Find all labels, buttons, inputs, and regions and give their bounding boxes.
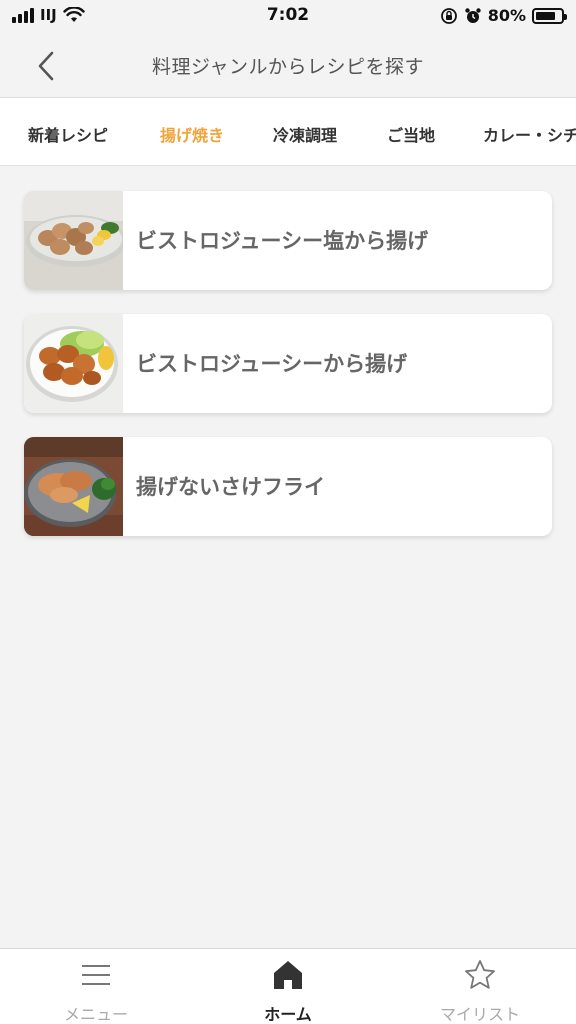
nav-mylist-label: マイリスト (439, 1005, 520, 1024)
tab-pan-fry[interactable]: 揚げ焼き (160, 122, 224, 146)
battery-level-fill (536, 11, 555, 20)
star-icon (465, 960, 495, 989)
alarm-icon (465, 7, 481, 23)
nav-mylist[interactable]: マイリスト (384, 949, 576, 1024)
recipe-card-salt-karaage[interactable]: ビストロジューシー塩から揚げ (24, 191, 552, 290)
genre-tabs: 新着レシピ 揚げ焼き 冷凍調理 ご当地 カレー・シチュー (0, 98, 576, 166)
battery-percent: 80% (487, 6, 526, 25)
recipe-title: ビストロジューシーから揚げ (136, 352, 408, 376)
bottom-nav: メニュー ホーム マイリスト (0, 948, 576, 1024)
app-screen: IIJ 7:02 80% 料理ジャンルからレシピを探す 新着レシピ 揚げ焼き 冷… (0, 0, 576, 1024)
nav-home[interactable]: ホーム (192, 949, 384, 1024)
tab-new-recipes[interactable]: 新着レシピ (28, 122, 108, 146)
battery-cap (564, 13, 567, 20)
orientation-lock-icon (440, 7, 457, 24)
header: 料理ジャンルからレシピを探す (0, 34, 576, 98)
status-right: 80% (440, 6, 567, 25)
recipe-title: ビストロジューシー塩から揚げ (136, 229, 429, 253)
recipe-list: ビストロジューシー塩から揚げ ビストロジューシーから揚げ 揚げないさけフライ (24, 191, 552, 560)
menu-icon (82, 965, 110, 985)
nav-menu[interactable]: メニュー (0, 949, 192, 1024)
tab-local[interactable]: ご当地 (387, 122, 435, 146)
karaage-photo (24, 314, 123, 413)
tab-curry-stew[interactable]: カレー・シチュー (483, 122, 576, 146)
status-bar: IIJ 7:02 80% (0, 0, 576, 34)
recipe-title: 揚げないさけフライ (136, 475, 325, 499)
recipe-card-salmon-fry[interactable]: 揚げないさけフライ (24, 437, 552, 536)
home-icon (274, 961, 302, 989)
salmon-fry-photo (24, 437, 123, 536)
nav-menu-label: メニュー (63, 1005, 128, 1024)
tab-frozen-cooking[interactable]: 冷凍調理 (273, 122, 337, 146)
recipe-card-karaage[interactable]: ビストロジューシーから揚げ (24, 314, 552, 413)
nav-home-label: ホーム (264, 1005, 312, 1024)
battery-icon (532, 7, 567, 24)
salt-karaage-photo (24, 191, 123, 290)
page-title: 料理ジャンルからレシピを探す (151, 56, 425, 78)
